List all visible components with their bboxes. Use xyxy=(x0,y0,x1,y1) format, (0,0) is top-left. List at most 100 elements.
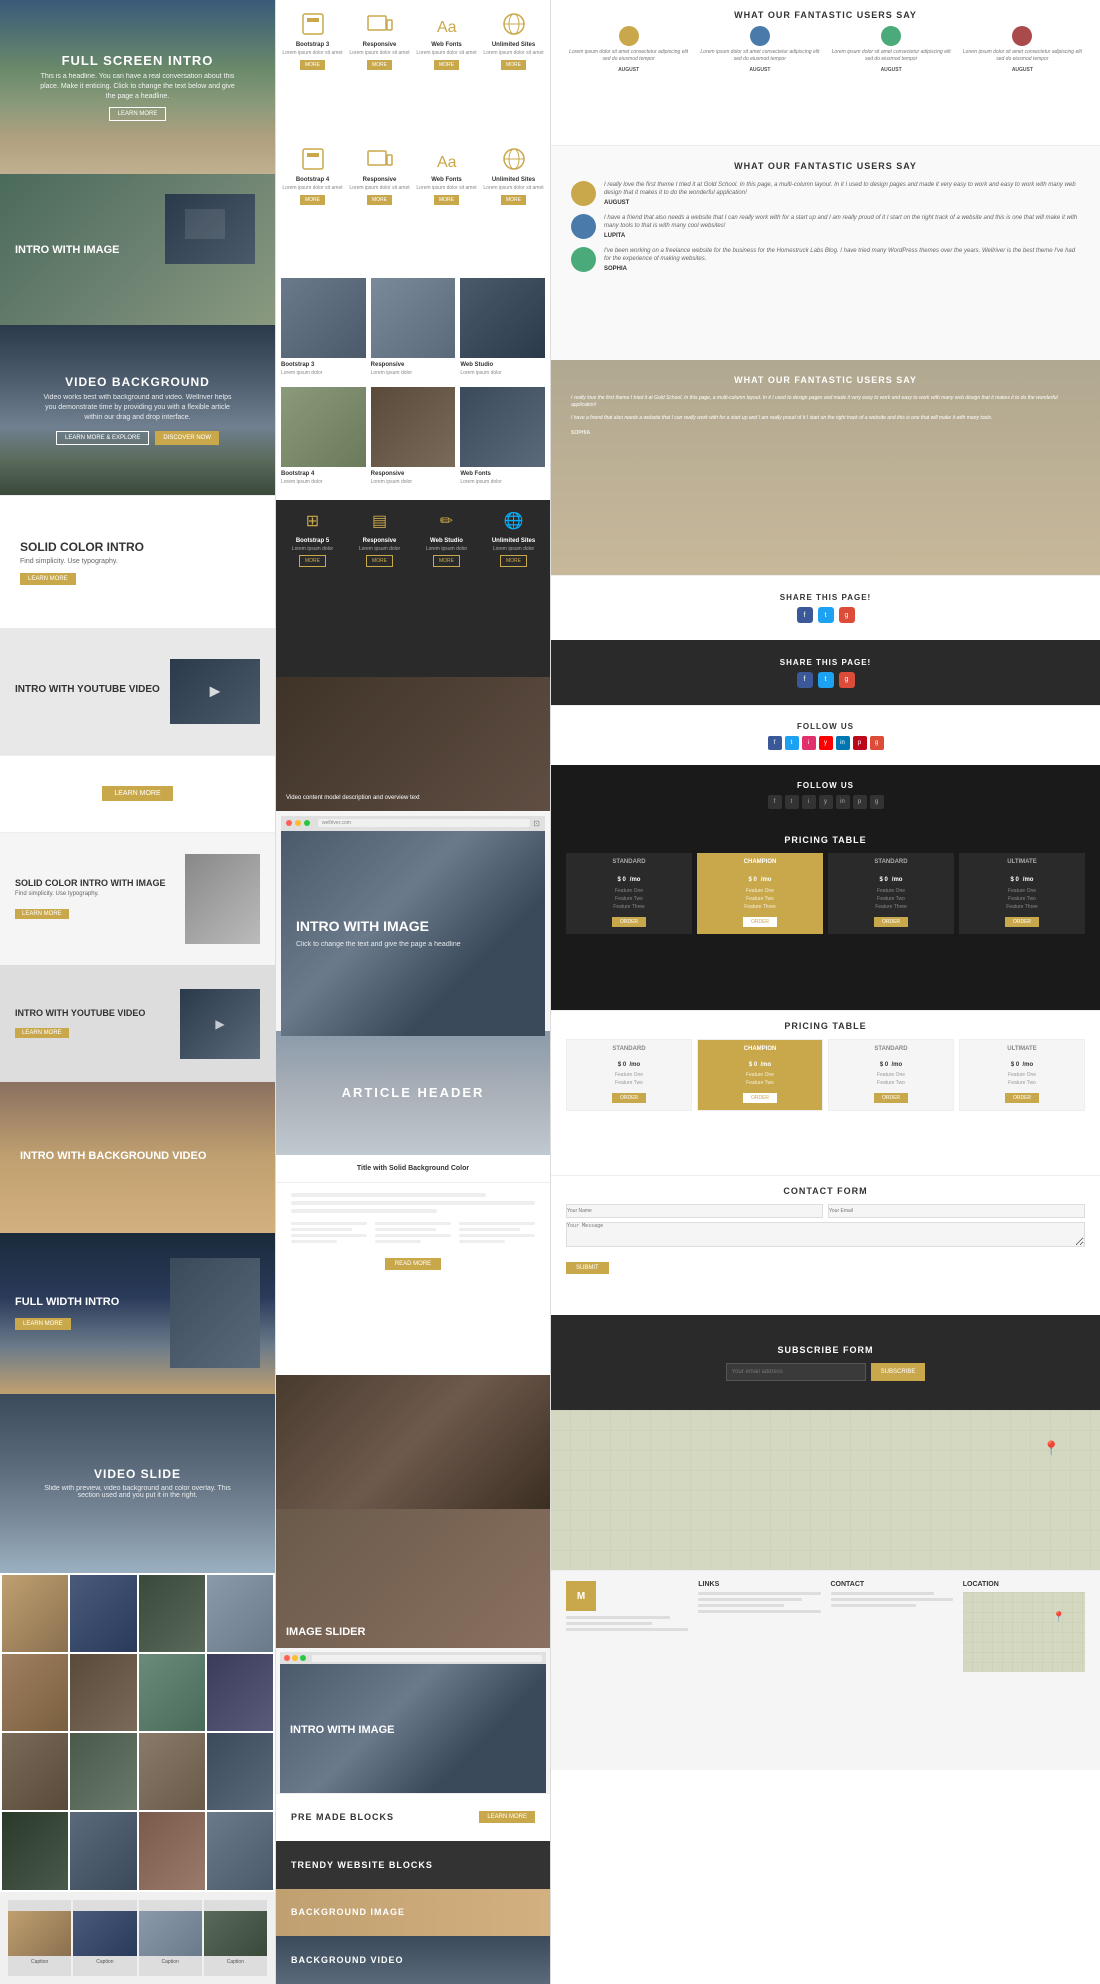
pf-2-1: Feature One xyxy=(703,888,817,894)
contact-message-textarea[interactable] xyxy=(566,1222,1085,1247)
desert-t-1: I really love the first theme I tried it… xyxy=(571,395,1080,409)
social-icons-light: f t i y in p g xyxy=(768,736,884,750)
video-bg-btn2[interactable]: DISCOVER NOW xyxy=(155,431,219,445)
share-gp-dark[interactable]: g xyxy=(839,672,855,688)
social-gp-dark[interactable]: g xyxy=(870,795,884,809)
social-gp-light[interactable]: g xyxy=(870,736,884,750)
testimonial-card-3: Lorem ipsum dolor sit amet consectetur a… xyxy=(829,26,954,73)
plan-btn-4[interactable]: ORDER xyxy=(1005,917,1039,927)
youtube2-thumb[interactable] xyxy=(180,989,260,1059)
solid-image-btn[interactable]: LEARN MORE xyxy=(15,909,69,919)
share-facebook-icon[interactable]: f xyxy=(797,607,813,623)
right-column: WHAT OUR FANTASTIC USERS SAY Lorem ipsum… xyxy=(550,0,1100,1984)
photo-cell-12 xyxy=(207,1733,273,1810)
feat-dark-btn-2[interactable]: MORE xyxy=(366,555,393,567)
pfl-4-1: Feature One xyxy=(966,1072,1078,1078)
plan-btn-3[interactable]: ORDER xyxy=(874,917,908,927)
video-background-section: VIDEO BACKGROUND Video works best with b… xyxy=(0,325,275,495)
subscribe-email-input[interactable] xyxy=(726,1363,866,1381)
feat-dark-btn-3[interactable]: MORE xyxy=(433,555,460,567)
footer-line-3b xyxy=(831,1598,953,1601)
feature-item-4: Unlimited Sites Lorem ipsum dolor sit am… xyxy=(482,10,545,125)
footer-line-2c xyxy=(698,1604,784,1607)
plan-light-btn-2[interactable]: ORDER xyxy=(743,1093,777,1103)
plan-btn-1[interactable]: ORDER xyxy=(612,917,646,927)
fullscreen-icon[interactable]: ⊡ xyxy=(533,819,540,828)
testimonial-author-2: AUGUST xyxy=(749,67,770,73)
social-ig-dark[interactable]: i xyxy=(802,795,816,809)
social-fb-dark[interactable]: f xyxy=(768,795,782,809)
subscribe-form-title: SUBSCRIBE FORM xyxy=(777,1345,873,1355)
article-cols xyxy=(291,1222,535,1243)
footer-col-4: LOCATION 📍 xyxy=(963,1581,1085,1760)
social-pi-dark[interactable]: p xyxy=(853,795,867,809)
social-tw-light[interactable]: t xyxy=(785,736,799,750)
plan-name-3: STANDARD xyxy=(834,859,948,865)
plan-light-btn-1[interactable]: ORDER xyxy=(612,1093,646,1103)
feat-dark-title-1: Bootstrap 5 xyxy=(296,538,329,544)
feature-btn-3[interactable]: MORE xyxy=(434,60,459,70)
testimonial-row-1: I really love the first theme I tried it… xyxy=(571,181,1080,206)
share-twitter-icon[interactable]: t xyxy=(818,607,834,623)
feature-title-8: Unlimited Sites xyxy=(492,177,535,183)
solid-color-btn-section: LEARN MORE xyxy=(0,755,275,832)
feat-dark-icon-3: ✏ xyxy=(435,510,459,534)
browser2-close xyxy=(284,1655,290,1661)
video-bg-btn1[interactable]: LEARN MORE & EXPLORE xyxy=(56,431,149,445)
solid-color-learn-btn[interactable]: LEARN MORE xyxy=(102,786,172,801)
feat-dark-btn-4[interactable]: MORE xyxy=(500,555,527,567)
social-ln-light[interactable]: in xyxy=(836,736,850,750)
feature-btn-5[interactable]: MORE xyxy=(300,195,325,205)
social-pi-light[interactable]: p xyxy=(853,736,867,750)
share-fb-dark[interactable]: f xyxy=(797,672,813,688)
share-tw-dark[interactable]: t xyxy=(818,672,834,688)
plan-light-btn-3[interactable]: ORDER xyxy=(874,1093,908,1103)
contact-name-input[interactable] xyxy=(566,1204,823,1218)
plan-light-btn-4[interactable]: ORDER xyxy=(1005,1093,1039,1103)
bg-image-label: BACKGROUND IMAGE xyxy=(291,1907,405,1917)
features-row-1: Bootstrap 3 Lorem ipsum dolor sit amet M… xyxy=(276,0,550,135)
full-screen-intro-btn[interactable]: LEARN MORE xyxy=(109,107,167,121)
social-ig-light[interactable]: i xyxy=(802,736,816,750)
pf-1-3: Feature Three xyxy=(572,904,686,910)
feat-dark-btn-1[interactable]: MORE xyxy=(299,555,326,567)
follow-us-light-title: FOLLOW US xyxy=(797,722,854,731)
contact-email-input[interactable] xyxy=(828,1204,1085,1218)
premade-blocks-btn[interactable]: LEARN MORE xyxy=(479,1811,535,1823)
pfl-2-1: Feature One xyxy=(704,1072,816,1078)
social-tw-dark[interactable]: t xyxy=(785,795,799,809)
feature-btn-8[interactable]: MORE xyxy=(501,195,526,205)
solid-color-intro-btn[interactable]: LEARN MORE xyxy=(20,573,76,585)
feat-img-desc-3: Lorem ipsum dolor xyxy=(460,370,545,377)
social-yt-dark[interactable]: y xyxy=(819,795,833,809)
full-width-btn[interactable]: LEARN MORE xyxy=(15,1318,71,1330)
plan-light-features-2: Feature One Feature Two xyxy=(704,1072,816,1086)
browser-mockup-section: wellriver.com ⊡ INTRO WITH IMAGE Click t… xyxy=(276,811,550,1031)
strip-label-4: Caption xyxy=(227,1959,244,1965)
article-read-more-btn[interactable]: READ MORE xyxy=(385,1258,441,1270)
feature-btn-1[interactable]: MORE xyxy=(300,60,325,70)
social-yt-light[interactable]: y xyxy=(819,736,833,750)
intro-youtube2-btn[interactable]: LEARN MORE xyxy=(15,1028,69,1038)
feature-btn-4[interactable]: MORE xyxy=(501,60,526,70)
share-googleplus-icon[interactable]: g xyxy=(839,607,855,623)
youtube-thumb[interactable] xyxy=(170,659,260,724)
testimonial-row-2: I have a friend that also needs a websit… xyxy=(571,214,1080,239)
plan-btn-2[interactable]: ORDER xyxy=(743,917,777,927)
feature-btn-2[interactable]: MORE xyxy=(367,60,392,70)
social-ln-dark[interactable]: in xyxy=(836,795,850,809)
feat-img-thumb-3 xyxy=(460,278,545,358)
plan-light-period-2: /mo xyxy=(761,1062,772,1068)
contact-submit-btn[interactable]: SUBMIT xyxy=(566,1262,609,1274)
subscribe-btn[interactable]: SUBSCRIBE xyxy=(871,1363,926,1381)
article-col-1 xyxy=(291,1222,367,1243)
art-col3-line2 xyxy=(459,1228,520,1231)
social-fb-light[interactable]: f xyxy=(768,736,782,750)
feature-btn-7[interactable]: MORE xyxy=(434,195,459,205)
feat-dark-3: ✏ Web Studio Lorem ipsum dolor MORE xyxy=(415,510,478,667)
feature-item-8: Unlimited Sites Lorem ipsum dolor sit am… xyxy=(482,145,545,260)
footer-col-2: LINKS xyxy=(698,1581,820,1760)
unlimited2-icon xyxy=(500,145,528,173)
feature-btn-6[interactable]: MORE xyxy=(367,195,392,205)
article-line-3 xyxy=(291,1209,437,1213)
